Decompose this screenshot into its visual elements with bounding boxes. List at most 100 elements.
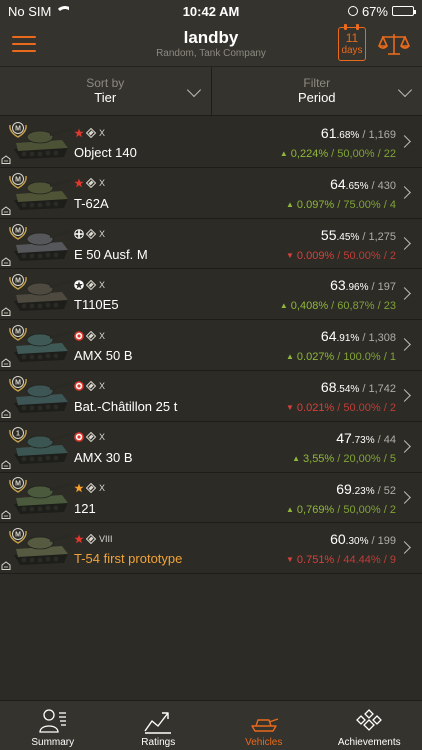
chevron-right-icon [398,338,411,352]
win-rate-integer: 68 [320,378,337,395]
triangle-down-icon: ▼ [285,555,294,565]
germany-cross-icon [74,229,84,239]
chevron-right-icon [398,135,411,148]
period-days-number: 11 [345,31,359,45]
vehicle-name: T-62A [74,195,109,211]
vehicle-badges: X [74,127,105,138]
tab-label: Summary [31,737,75,748]
win-rate-decimal: .45% [336,231,360,243]
vehicle-tier: X [99,330,106,341]
vehicle-row[interactable]: M X E 50 Ausf. M 55.45% / 1,275 ▼ 0.009% … [0,219,422,270]
battles-count: / 1,169 [359,129,396,141]
achievements-icon [356,709,383,731]
delta-period-win-rate: / 50,00% [328,148,375,160]
delta-period-battles: / 23 [374,300,396,313]
filter-dropdown[interactable]: Filter Period [210,67,422,115]
app-header: landby Random, Tank Company 11 days [0,22,422,66]
delta-win-rate-change: 0,408% [290,300,329,313]
vehicle-name: 121 [74,500,96,516]
filter-value: Period [297,90,336,105]
menu-icon-bar [12,50,36,52]
vehicle-row[interactable]: M VIII T-54 first prototype 60.30% / 199… [0,523,422,575]
calendar-period-button[interactable]: 11 days [338,24,366,61]
battery-percent: 67% [361,3,388,19]
menu-button[interactable] [12,36,36,52]
svg-text:1: 1 [16,430,20,437]
win-rate-decimal: .23% [351,485,375,497]
delta-period-battles: / 2 [380,249,396,262]
tab-label: Ratings [141,737,176,748]
vehicle-row[interactable]: M X AMX 50 B 64.91% / 1,308 ▲ 0.027% / 10… [0,320,422,371]
delta-period-win-rate: / 50.00% [334,401,381,414]
ussr-flag-icon [74,534,84,544]
chevron-right-icon [398,389,411,402]
delta-period-battles: / 2 [380,503,396,516]
vehicle-info: X T110E5 63.96% / 197 ▲ 0,408% / 60,87% /… [72,269,422,319]
delta-period-win-rate: / 60,87% [328,300,375,313]
sort-label: Sort by [86,76,125,90]
delta-period-battles: / 9 [380,554,396,567]
triangle-down-icon: ▼ [285,250,294,260]
vehicle-name: Bat.-Châtillon 25 t [74,398,178,414]
triangle-up-icon: ▲ [292,453,301,463]
vehicle-tier: X [99,432,106,443]
triangle-down-icon: ▼ [285,402,294,412]
win-rate-decimal: .91% [336,333,360,345]
heavy-tank-class-icon [86,483,96,494]
battles-count: / 430 [368,179,396,192]
heavy-tank-class-icon [86,381,96,392]
france-roundel-icon [74,432,84,443]
svg-text:M: M [15,176,21,183]
sort-filter-bar: Sort by Tier Filter Period [0,66,422,116]
chevron-right-icon [398,439,411,453]
china-star-icon [74,483,84,493]
tab-summary[interactable]: Summary [0,701,106,750]
win-rate-line: 61.68% / 1,169 [280,125,396,144]
vehicle-thumbnail: M [0,371,72,421]
vehicle-thumbnail: M [0,472,72,522]
svg-text:M: M [15,126,21,133]
vehicle-stats: 47.73% / 44 ▲ 3,55% / 20,00% / 5 [292,430,396,467]
garage-icon [1,256,11,266]
vehicle-name: T110E5 [74,297,119,313]
garage-icon [1,460,11,469]
orientation-lock-icon [347,6,358,16]
period-delta-line: ▼ 0.751% / 44.44% / 9 [286,552,396,568]
win-rate-integer: 63 [330,277,346,294]
delta-period-win-rate: / 100.0% [334,351,381,364]
mastery-badge-icon: M [9,121,27,138]
compare-scale-icon[interactable] [378,31,410,57]
vehicle-row[interactable]: M X T110E5 63.96% / 197 ▲ 0,408% / 60,87%… [0,269,422,321]
delta-win-rate-change: 0.751% [296,554,335,567]
vehicle-thumbnail: M [0,117,72,167]
vehicle-tier: X [99,127,106,138]
mastery-badge-icon: M [9,325,27,341]
vehicle-thumbnail: M [0,269,72,319]
vehicle-row[interactable]: M X 121 69.23% / 52 ▲ 0,769% / 50,00% / 2 [0,473,422,524]
delta-period-battles: / 22 [374,148,396,160]
battles-count: / 44 [374,433,396,446]
vehicle-badges: X [74,330,105,341]
sort-dropdown[interactable]: Sort by Tier [0,67,211,115]
vehicle-row[interactable]: M X T-62A 64.65% / 430 ▲ 0.097% / 75.00% … [0,168,422,219]
vehicle-row[interactable]: 1 X AMX 30 B 47.73% / 44 ▲ 3,55% / 20,00%… [0,422,422,473]
sort-value: Tier [94,90,117,105]
delta-win-rate-change: 3,55% [303,452,335,465]
tab-ratings[interactable]: Ratings [106,701,212,750]
vehicle-info: X T-62A 64.65% / 430 ▲ 0.097% / 75.00% / … [72,168,422,218]
chevron-right-icon [398,490,411,504]
period-delta-line: ▲ 0.097% / 75.00% / 4 [286,197,396,213]
vehicle-row[interactable]: M X Object 140 61.68% / 1,169 ▲ 0,224% / … [0,117,422,168]
win-rate-decimal: .30% [345,536,369,548]
tab-vehicles[interactable]: Vehicles [211,701,317,750]
tab-achievements[interactable]: Achievements [317,701,422,750]
vehicle-row[interactable]: M X Bat.-Châtillon 25 t 68.54% / 1,742 ▼… [0,371,422,422]
win-rate-integer: 55 [320,226,337,243]
ussr-flag-icon [74,128,84,137]
vehicle-stats: 68.54% / 1,742 ▼ 0.021% / 50.00% / 2 [286,379,396,416]
vehicle-name: AMX 50 B [74,348,133,364]
vehicle-tier: X [99,279,106,290]
battles-count: / 197 [368,281,396,294]
battles-count: / 1,308 [359,332,396,345]
win-rate-integer: 64 [330,175,346,192]
